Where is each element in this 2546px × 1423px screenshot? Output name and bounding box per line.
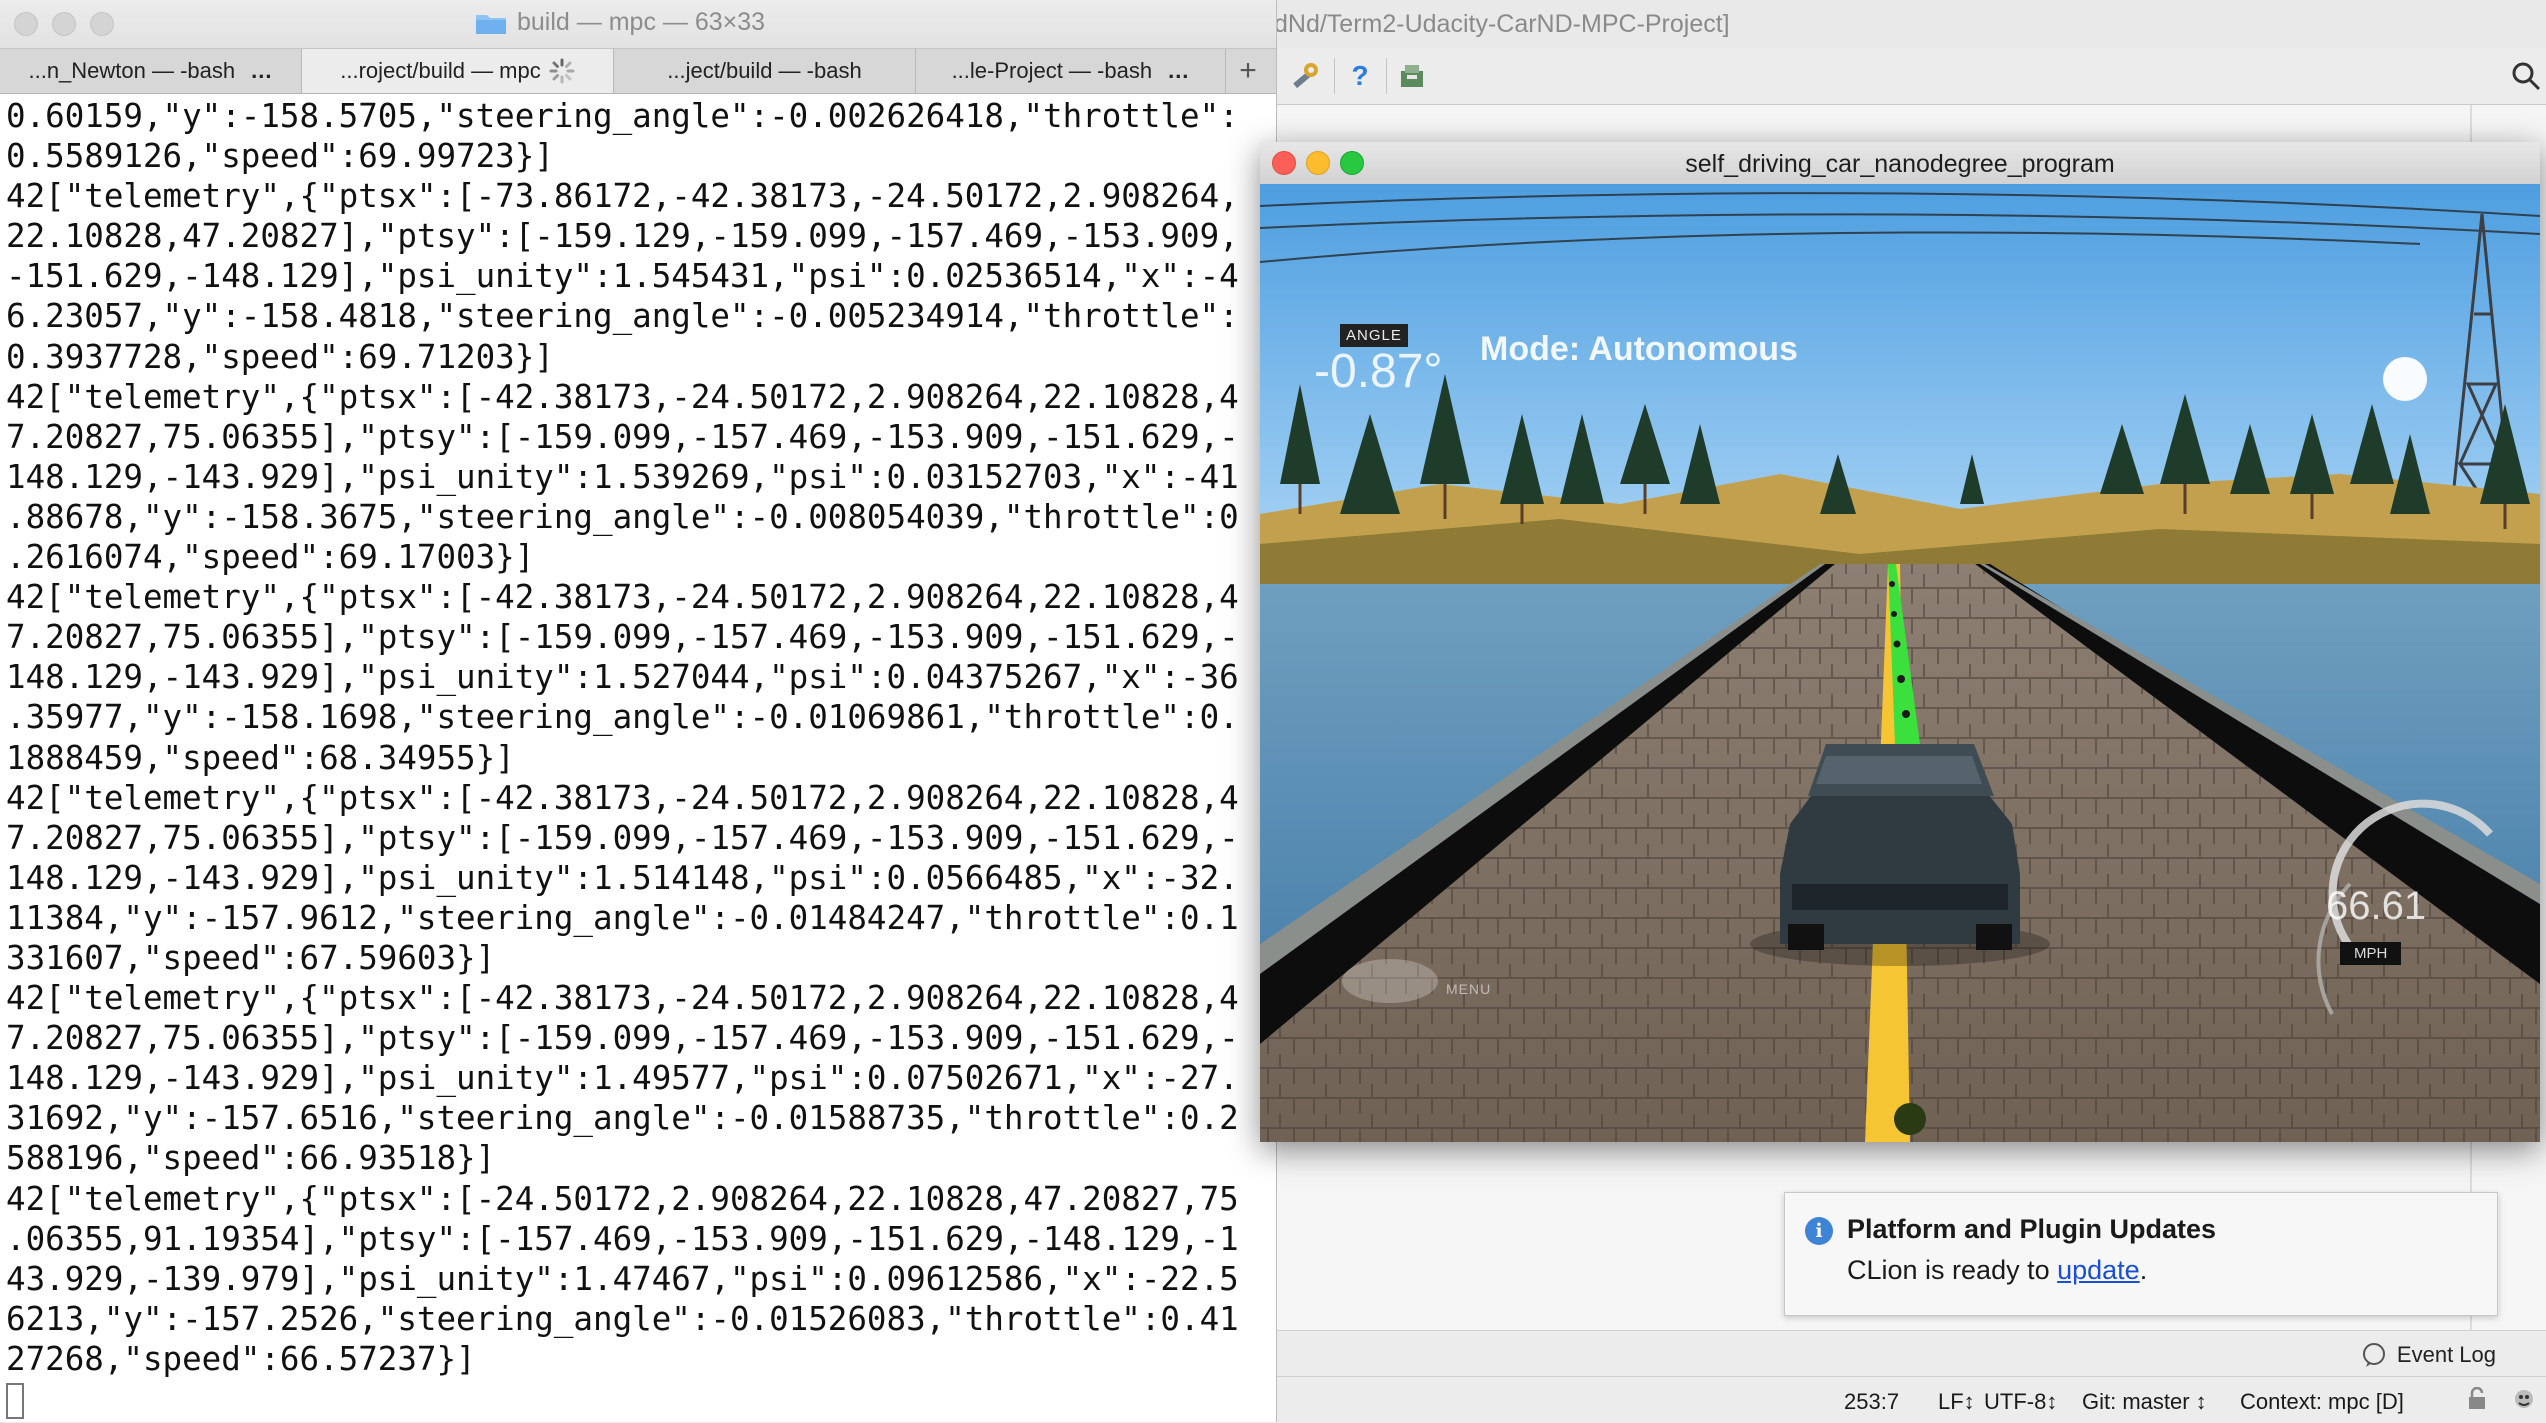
sdk-manager-icon[interactable] [1392, 56, 1432, 96]
terminal-titlebar: build — mpc — 63×33 [0, 0, 1276, 48]
terminal-line: 7.20827,75.06355],"ptsy":[-159.099,-157.… [6, 1019, 1239, 1058]
sun [2383, 357, 2427, 401]
terminal-output[interactable]: 0.60159,"y":-158.5705,"steering_angle":-… [6, 96, 1272, 1419]
tab-label: ...le-Project — -bash [951, 58, 1153, 83]
build-tools-icon[interactable] [1286, 56, 1326, 96]
terminal-line: 43.929,-139.979],"psi_unity":1.47467,"ps… [6, 1259, 1239, 1298]
terminal-line: .06355,91.19354],"ptsy":[-157.469,-153.9… [6, 1219, 1239, 1258]
speed-readout: 66.61 [2326, 884, 2427, 928]
tab-label: ...ject/build — -bash [667, 58, 862, 83]
terminal-line: 148.129,-143.929],"psi_unity":1.527044,"… [6, 658, 1239, 697]
tab-overflow: ... [251, 58, 273, 83]
terminal-window[interactable]: build — mpc — 63×33 ...n_Newton — -bash.… [0, 0, 1277, 1422]
new-tab-button[interactable]: + [1228, 49, 1268, 93]
update-notification[interactable]: i Platform and Plugin Updates CLion is r… [1784, 1192, 2498, 1316]
folder-icon [475, 11, 507, 35]
close-button[interactable] [14, 12, 38, 36]
mode-indicator: Mode: Autonomous [1480, 330, 1798, 368]
notification-body: CLion is ready to update. [1847, 1255, 2147, 1286]
activity-spinner-icon [549, 58, 575, 84]
tab-overflow: ... [1168, 58, 1190, 83]
terminal-prompt-line[interactable] [6, 1379, 1272, 1419]
notification-title: Platform and Plugin Updates [1847, 1214, 2217, 1244]
terminal-line: 31692,"y":-157.6516,"steering_angle":-0.… [6, 1099, 1239, 1138]
terminal-line: 0.3937728,"speed":69.71203}] [6, 337, 554, 376]
terminal-line: 42["telemetry",{"ptsx":[-42.38173,-24.50… [6, 979, 1239, 1018]
terminal-line: 0.5589126,"speed":69.99723}] [6, 137, 554, 176]
terminal-line: 11384,"y":-157.9612,"steering_angle":-0.… [6, 898, 1239, 937]
terminal-line: 27268,"speed":66.57237}] [6, 1339, 476, 1378]
search-icon[interactable] [2506, 56, 2546, 96]
terminal-line: .88678,"y":-158.3675,"steering_angle":-0… [6, 497, 1239, 536]
terminal-line: 42["telemetry",{"ptsx":[-42.38173,-24.50… [6, 778, 1239, 817]
terminal-line: 42["telemetry",{"ptsx":[-24.50172,2.9082… [6, 1179, 1239, 1218]
terminal-line: 6213,"y":-157.2526,"steering_angle":-0.0… [6, 1299, 1239, 1338]
tab-label: ...roject/build — mpc [340, 58, 541, 83]
driving-scene [1260, 184, 2540, 1142]
terminal-tab-bar: ...n_Newton — -bash... ...roject/build —… [0, 48, 1276, 94]
terminal-line: 42["telemetry",{"ptsx":[-42.38173,-24.50… [6, 578, 1239, 617]
notification-text-end: . [2139, 1255, 2148, 1285]
cursor-position[interactable]: 253:7 [1844, 1389, 1899, 1415]
terminal-line: 7.20827,75.06355],"ptsy":[-159.099,-157.… [6, 417, 1239, 456]
simulator-window[interactable]: self_driving_car_nanodegree_program ANGL… [1260, 142, 2540, 1142]
terminal-line: 148.129,-143.929],"psi_unity":1.49577,"p… [6, 1059, 1239, 1098]
terminal-line: 22.10828,47.20827],"ptsy":[-159.129,-159… [6, 217, 1239, 256]
terminal-title: build — mpc — 63×33 [517, 8, 766, 36]
ide-titlebar: dNd/Term2-Udacity-CarND-MPC-Project] [1270, 0, 2546, 49]
speed-unit-label: MPH [2340, 942, 2402, 965]
tab-newton[interactable]: ...n_Newton — -bash... [0, 49, 302, 93]
terminal-line: .35977,"y":-158.1698,"steering_angle":-0… [6, 698, 1239, 737]
ide-window-title: dNd/Term2-Udacity-CarND-MPC-Project] [1274, 10, 1730, 38]
notification-text: CLion is ready to [1847, 1255, 2058, 1285]
update-link[interactable]: update [2057, 1255, 2140, 1285]
terminal-cursor [6, 1383, 24, 1419]
info-icon: i [1805, 1217, 1833, 1245]
terminal-title-group: build — mpc — 63×33 [475, 8, 765, 37]
terminal-line: 7.20827,75.06355],"ptsy":[-159.099,-157.… [6, 618, 1239, 657]
tab-mpc[interactable]: ...roject/build — mpc [302, 49, 614, 93]
encoding-selector[interactable]: UTF-8↕ [1984, 1389, 2057, 1415]
event-log-label: Event Log [2396, 1342, 2496, 1367]
help-icon[interactable]: ? [1340, 56, 1380, 96]
simulator-viewport[interactable]: ANGLE -0.87° Mode: Autonomous 66.61 MPH … [1260, 184, 2540, 1142]
tab-project-bash[interactable]: ...le-Project — -bash... [916, 49, 1226, 93]
terminal-line: 588196,"speed":66.93518}] [6, 1139, 496, 1178]
simulator-titlebar: self_driving_car_nanodegree_program [1260, 142, 2540, 185]
ide-status-bar: 253:7 LF↕ UTF-8↕ Git: master ↕ Context: … [1270, 1376, 2546, 1423]
tab-label: ...n_Newton — -bash [28, 58, 236, 83]
terminal-line: .2616074,"speed":69.17003}] [6, 538, 535, 577]
terminal-line: 1888459,"speed":68.34955}] [6, 738, 515, 777]
context-selector[interactable]: Context: mpc [D] [2240, 1389, 2404, 1415]
terminal-line: 42["telemetry",{"ptsx":[-73.86172,-42.38… [6, 177, 1239, 216]
ide-tool-window-bar: Event Log [1270, 1330, 2546, 1377]
lock-icon[interactable] [2466, 1386, 2488, 1417]
terminal-line: 7.20827,75.06355],"ptsy":[-159.099,-157.… [6, 818, 1239, 857]
simulator-title: self_driving_car_nanodegree_program [1685, 150, 2115, 178]
marker-ball [1894, 1103, 1926, 1135]
terminal-line: 148.129,-143.929],"psi_unity":1.514148,"… [6, 858, 1239, 897]
terminal-line: 148.129,-143.929],"psi_unity":1.539269,"… [6, 457, 1239, 496]
terminal-line: 331607,"speed":67.59603}] [6, 938, 496, 977]
menu-button-shape [1342, 959, 1438, 1003]
terminal-line: -151.629,-148.129],"psi_unity":1.545431,… [6, 257, 1239, 296]
line-ending-selector[interactable]: LF↕ [1938, 1389, 1975, 1415]
zoom-button[interactable] [90, 12, 114, 36]
git-branch-selector[interactable]: Git: master ↕ [2082, 1389, 2207, 1415]
event-log-button[interactable]: Event Log [2361, 1342, 2496, 1368]
steering-angle-readout: -0.87° [1314, 345, 1443, 398]
terminal-line: 42["telemetry",{"ptsx":[-42.38173,-24.50… [6, 377, 1239, 416]
ide-toolbar: ? [1270, 48, 2546, 105]
tab-build-bash[interactable]: ...ject/build — -bash [614, 49, 916, 93]
terminal-line: 6.23057,"y":-158.4818,"steering_angle":-… [6, 297, 1239, 336]
inspector-icon[interactable] [2512, 1387, 2536, 1417]
menu-button[interactable]: MENU [1446, 981, 1491, 997]
minimize-button[interactable] [52, 12, 76, 36]
terminal-line: 0.60159,"y":-158.5705,"steering_angle":-… [6, 97, 1239, 135]
event-log-icon [2362, 1343, 2385, 1367]
